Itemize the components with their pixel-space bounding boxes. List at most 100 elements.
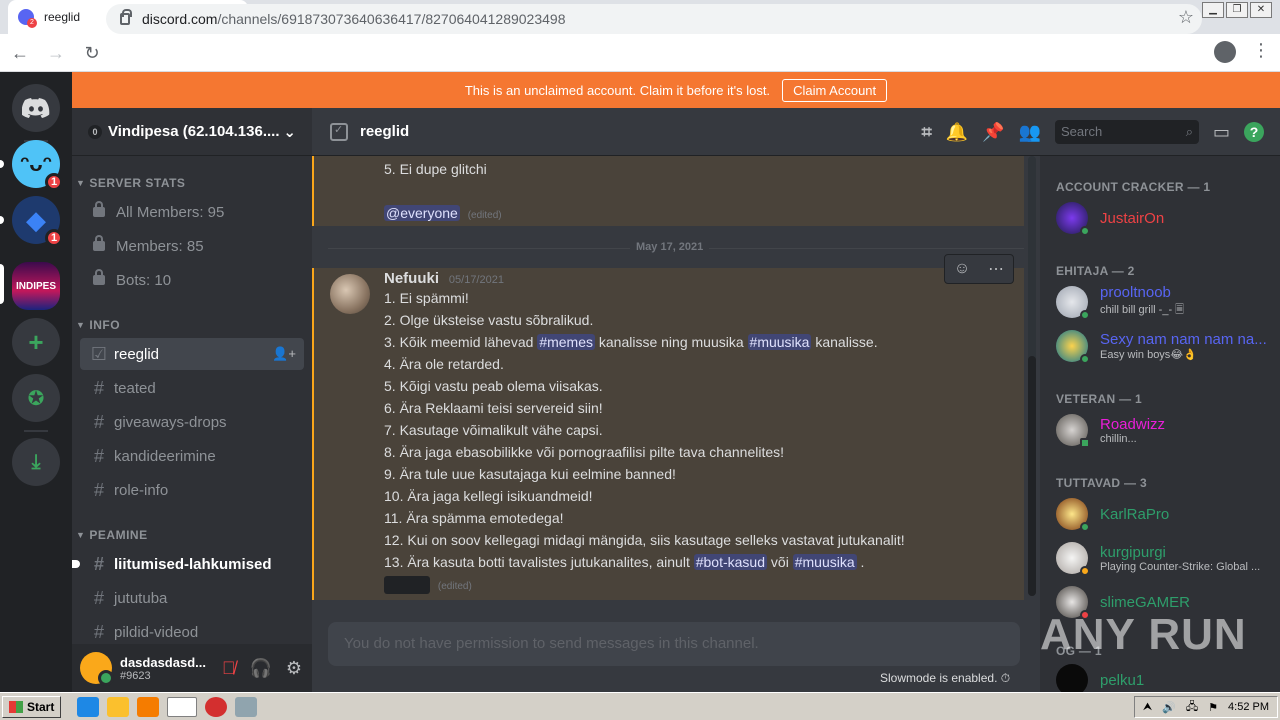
message-previous[interactable]: 5. Ei dupe glitchi @everyone (edited) xyxy=(312,156,1024,226)
channel-bots[interactable]: Bots: 10 xyxy=(80,264,304,296)
chrome-taskbar-icon[interactable] xyxy=(167,696,198,717)
channel-label: Bots: 10 xyxy=(116,271,172,289)
message-rules[interactable]: Nefuuki 05/17/2021 1. Ei spämmi! 2. Olge… xyxy=(312,268,1024,600)
reload-icon[interactable]: ↻ xyxy=(76,37,108,69)
unread-indicator xyxy=(72,560,80,568)
message-input[interactable]: You do not have permission to send messa… xyxy=(328,622,1020,666)
channel-role-info[interactable]: # role-info xyxy=(80,474,304,506)
member-item[interactable]: pelku1 xyxy=(1056,660,1276,692)
program-icon[interactable] xyxy=(235,696,258,717)
category-peamine[interactable]: ▼ PEAMINE xyxy=(76,528,148,542)
member-item[interactable]: Roadwizz chillin... xyxy=(1056,410,1276,450)
channel-kandideerimine[interactable]: # kandideerimine xyxy=(80,440,304,472)
windows-taskbar: Start ⮝ 🔊 🖧 ⚑ 4:52 PM xyxy=(0,692,1280,720)
explore-compass-icon[interactable]: ✪ xyxy=(12,374,60,422)
bookmark-star-icon[interactable]: ☆ xyxy=(1178,7,1194,28)
download-icon[interactable]: ⤓ xyxy=(12,438,60,486)
add-server-icon[interactable]: + xyxy=(12,318,60,366)
tray-arrow-icon[interactable]: ⮝ xyxy=(1143,701,1152,714)
browser-menu-icon[interactable]: ⋮ xyxy=(1252,40,1270,61)
home-discord-icon[interactable] xyxy=(12,84,60,132)
channel-reeglid[interactable]: ☑ reeglid 👤+ xyxy=(80,338,304,370)
server-header[interactable]: 0 Vindipesa (62.104.136.... ⌄ xyxy=(72,108,312,156)
member-item[interactable]: kurgipurgi Playing Counter-Strike: Globa… xyxy=(1056,538,1276,578)
channel-label: All Members: 95 xyxy=(116,203,225,221)
discord-favicon-icon xyxy=(18,9,37,28)
channel-mention-memes[interactable]: #memes xyxy=(537,334,595,350)
close-window-icon[interactable]: ✕ xyxy=(1250,2,1272,18)
member-item[interactable]: KarlRaPro xyxy=(1056,494,1276,534)
address-bar[interactable]: discord.com /channels/691873073640636417… xyxy=(106,4,1202,34)
mention-everyone[interactable]: @everyone xyxy=(384,205,460,221)
more-options-icon[interactable]: ⋯ xyxy=(988,259,1004,279)
channel-title: reeglid xyxy=(360,123,410,140)
volume-icon[interactable]: 🔊 xyxy=(1162,701,1176,714)
slowmode-label: Slowmode is enabled. xyxy=(880,671,998,685)
chevron-down-icon: ▼ xyxy=(76,320,86,330)
channel-mention-muusika[interactable]: #muusika xyxy=(747,334,812,350)
rules-channel-icon xyxy=(330,122,348,141)
notification-bell-icon[interactable]: 🔔 xyxy=(946,122,968,143)
channel-teated[interactable]: # teated xyxy=(80,372,304,404)
start-button[interactable]: Start xyxy=(2,695,62,718)
server-smiley-icon[interactable]: ᵔᴗᵔ 1 xyxy=(12,140,63,191)
member-name: Sexy nam nam nam na... xyxy=(1100,331,1267,348)
channel-giveaways-drops[interactable]: # giveaways-drops xyxy=(80,406,304,438)
minimize-icon[interactable]: ▁ xyxy=(1202,2,1224,18)
user-info[interactable]: dasdasdasd... #9623 xyxy=(120,655,206,682)
avatar[interactable] xyxy=(330,274,370,314)
chevron-down-icon: ⌄ xyxy=(283,123,296,141)
rule-line: 1. Ei spämmi! xyxy=(384,290,469,306)
status-online-icon xyxy=(1080,522,1090,532)
channel-mention-muusika[interactable]: #muusika xyxy=(792,554,857,570)
channel-jututuba[interactable]: # jututuba xyxy=(80,582,304,614)
ie-icon[interactable] xyxy=(77,696,100,717)
network-icon[interactable]: 🖧 xyxy=(1186,698,1198,717)
settings-gear-icon[interactable]: ⚙ xyxy=(286,658,302,679)
server-diamond-icon[interactable]: ◆ 1 xyxy=(12,196,63,247)
threads-icon[interactable]: ⌗ xyxy=(922,122,932,143)
forward-icon[interactable]: → xyxy=(40,37,72,69)
profile-icon[interactable] xyxy=(1214,41,1236,63)
message-author[interactable]: Nefuuki xyxy=(384,270,439,287)
claim-account-button[interactable]: Claim Account xyxy=(782,78,888,102)
message-scrollbar[interactable] xyxy=(1028,156,1036,596)
server-vindipesa-icon[interactable]: INDIPES xyxy=(12,262,60,310)
channel-mention-bot-kasud[interactable]: #bot-kasud xyxy=(693,554,768,570)
category-server-stats[interactable]: ▼ SERVER STATS xyxy=(76,176,185,190)
pin-icon[interactable]: 📌 xyxy=(982,122,1004,143)
opera-icon[interactable] xyxy=(205,696,228,717)
add-reaction-icon[interactable]: ☺ xyxy=(954,260,970,278)
help-icon[interactable]: ? xyxy=(1244,122,1264,142)
headphones-icon[interactable]: 🎧 xyxy=(249,658,271,679)
maximize-icon[interactable]: ❐ xyxy=(1226,2,1248,18)
hash-icon: # xyxy=(93,377,104,398)
avatar[interactable] xyxy=(80,652,114,686)
invite-icon[interactable]: 👤+ xyxy=(272,346,296,362)
category-info[interactable]: ▼ INFO xyxy=(76,318,120,332)
channel-members[interactable]: Members: 85 xyxy=(80,230,304,262)
rule-line: 7. Kasutage võimalikult vähe capsi. xyxy=(384,422,603,438)
voice-lock-icon xyxy=(93,201,105,217)
lock-icon[interactable] xyxy=(120,9,132,25)
channel-liitumised-lahkumised[interactable]: # liitumised-lahkumised xyxy=(72,548,304,580)
member-item[interactable]: prooltnoob chill bill grill -_- 🗏 xyxy=(1056,282,1276,322)
rule-line: 12. Kui on soov kellegagi midagi mängida… xyxy=(384,532,905,548)
member-name: kurgipurgi xyxy=(1100,543,1166,561)
unread-pill xyxy=(0,216,4,224)
chevron-down-icon: ▼ xyxy=(76,530,86,540)
window-controls: ▁ ❐ ✕ xyxy=(1202,2,1272,18)
member-item[interactable]: Sexy nam nam nam na... Easy win boys😂👌 xyxy=(1056,326,1276,366)
member-list-icon[interactable]: 👥 xyxy=(1019,122,1041,143)
search-input[interactable]: Search ⌕ xyxy=(1054,120,1199,144)
flag-icon[interactable]: ⚑ xyxy=(1208,701,1218,714)
member-info: prooltnoob chill bill grill -_- 🗏 xyxy=(1100,284,1268,320)
media-player-icon[interactable] xyxy=(137,696,160,717)
channel-all-members[interactable]: All Members: 95 xyxy=(80,196,304,228)
folder-icon[interactable] xyxy=(107,696,130,717)
mute-microphone-icon[interactable]: 🎙̸ xyxy=(222,658,236,679)
member-name: pelku1 xyxy=(1100,671,1145,689)
back-icon[interactable]: ← xyxy=(4,37,36,69)
inbox-icon[interactable]: ▭ xyxy=(1213,122,1230,143)
member-item[interactable]: JustairOn xyxy=(1056,198,1276,238)
